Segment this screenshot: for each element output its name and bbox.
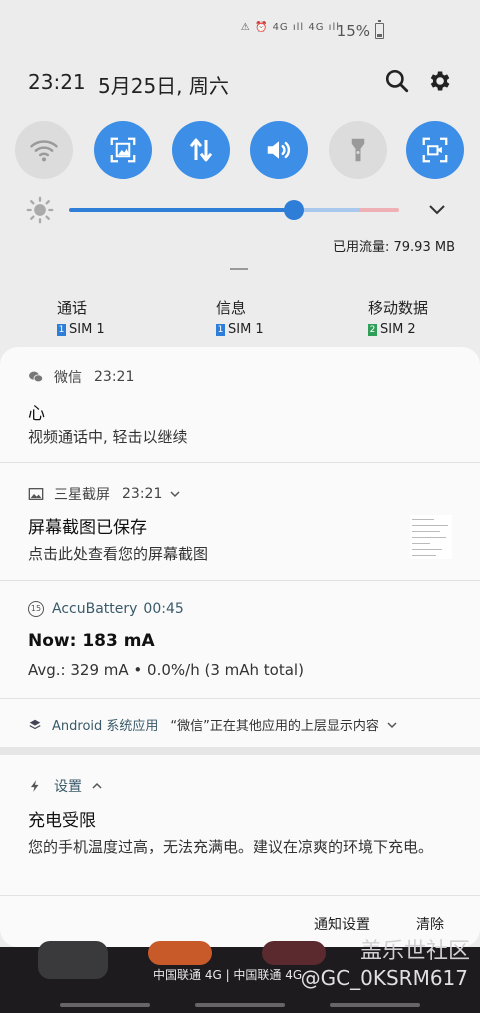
wifi-toggle[interactable] [15, 121, 73, 179]
flashlight-icon [351, 138, 365, 162]
search-icon[interactable] [384, 68, 410, 94]
notification-settings-button[interactable]: 通知设置 [314, 914, 370, 934]
sim-calls-value: SIM 1 [69, 322, 105, 337]
sim-badge: 2 [368, 323, 377, 336]
image-icon [28, 488, 44, 500]
notification-title: 屏幕截图已保存 [28, 518, 147, 538]
chevron-down-icon[interactable] [428, 202, 446, 216]
section-divider [0, 747, 480, 755]
carrier-label: 中国联通 4G | 中国联通 4G [153, 968, 303, 982]
notification-wechat[interactable]: 微信 23:21 心 视频通话中, 轻击以继续 [0, 347, 480, 463]
screen-record-icon [422, 137, 448, 163]
notification-time: 23:21 [122, 486, 163, 502]
mobile-data-toggle[interactable] [172, 121, 230, 179]
notification-app-name: 三星截屏 [54, 487, 110, 503]
data-usage-label: 已用流量: 79.93 MB [333, 240, 455, 255]
sim-calls[interactable]: 通话 1 SIM 1 [57, 297, 105, 337]
screen-record-toggle[interactable] [406, 121, 464, 179]
sim-data-value: SIM 2 [380, 322, 416, 337]
status-bar: ⚠ ⏰ 4G ıll 4G ıll 15% [0, 0, 480, 60]
notification-screenshot[interactable]: 三星截屏 23:21 屏幕截图已保存 点击此处查看您的屏幕截图 [0, 463, 480, 581]
notification-title: Now: 183 mA [28, 631, 155, 651]
mobile-data-icon [189, 138, 213, 162]
screenshot-icon [110, 137, 136, 163]
bolt-icon [30, 780, 39, 792]
notification-app-name: 微信 [54, 370, 82, 386]
notification-body: 点击此处查看您的屏幕截图 [28, 545, 209, 563]
sim-messages[interactable]: 信息 1 SIM 1 [216, 297, 264, 337]
sim-messages-value: SIM 1 [228, 322, 264, 337]
date: 5月25日, 周六 [98, 74, 229, 98]
drag-handle[interactable] [230, 268, 248, 270]
notification-app-name: 设置 [54, 779, 82, 795]
accubattery-icon: 15 [28, 601, 44, 617]
chevron-up-icon[interactable] [92, 781, 102, 791]
clear-all-button[interactable]: 清除 [416, 914, 444, 934]
notification-time: 23:21 [94, 369, 135, 385]
sound-toggle[interactable] [250, 121, 308, 179]
flashlight-toggle[interactable] [329, 121, 387, 179]
status-icons: ⚠ ⏰ 4G ıll 4G ıll [240, 22, 340, 33]
sim-badge: 1 [216, 323, 225, 336]
navigation-bar [0, 1000, 480, 1013]
panel-header: 23:21 5月25日, 周六 [28, 66, 452, 100]
sim-calls-title: 通话 [57, 299, 88, 317]
nav-back[interactable] [330, 1003, 420, 1007]
screenshot-thumbnail[interactable] [410, 515, 452, 559]
sim-mobile-data[interactable]: 移动数据 2 SIM 2 [368, 297, 428, 337]
notification-settings[interactable]: 设置 充电受限 您的手机温度过高，无法充满电。建议在凉爽的环境下充电。 [0, 755, 480, 896]
brightness-slider-thumb[interactable] [284, 200, 304, 220]
notification-title: 充电受限 [28, 811, 96, 831]
wifi-icon [30, 140, 58, 162]
brightness-slider-track[interactable] [69, 208, 399, 212]
brightness-icon [26, 196, 54, 224]
battery-icon [375, 20, 384, 39]
notification-body: “微信”正在其他应用的上层显示内容 [170, 719, 379, 734]
notification-app-name: Android 系统应用 [52, 719, 159, 734]
sim-messages-title: 信息 [216, 299, 247, 317]
gear-icon[interactable] [426, 68, 452, 94]
notification-android-system[interactable]: Android 系统应用 “微信”正在其他应用的上层显示内容 [0, 699, 480, 747]
notification-body: Avg.: 329 mA • 0.0%/h (3 mAh total) [28, 661, 304, 679]
wechat-icon [29, 371, 44, 383]
watermark-user: @GC_0KSRM617 [300, 966, 468, 990]
screenshot-toggle[interactable] [94, 121, 152, 179]
sim-badge: 1 [57, 323, 66, 336]
sim-data-title: 移动数据 [368, 299, 429, 317]
battery-percent: 15% [336, 22, 370, 40]
notification-time: 00:45 [143, 601, 184, 617]
notification-accubattery[interactable]: 15 AccuBattery 00:45 Now: 183 mA Avg.: 3… [0, 581, 480, 699]
notification-body: 视频通话中, 轻击以继续 [28, 428, 188, 446]
clock: 23:21 [28, 70, 86, 94]
sound-icon [267, 141, 291, 159]
chevron-down-icon[interactable] [387, 720, 397, 730]
notification-body: 您的手机温度过高，无法充满电。建议在凉爽的环境下充电。 [28, 838, 434, 856]
chevron-down-icon[interactable] [170, 489, 180, 499]
nav-home[interactable] [195, 1003, 285, 1007]
notification-title: 心 [28, 404, 45, 424]
notification-app-name: AccuBattery [52, 601, 138, 617]
watermark-logo: 盖乐世社区 [359, 939, 470, 964]
nav-recents[interactable] [60, 1003, 150, 1007]
layers-icon [29, 719, 41, 729]
notification-panel: 微信 23:21 心 视频通话中, 轻击以继续 三星截屏 23:21 屏幕截图已… [0, 347, 480, 947]
